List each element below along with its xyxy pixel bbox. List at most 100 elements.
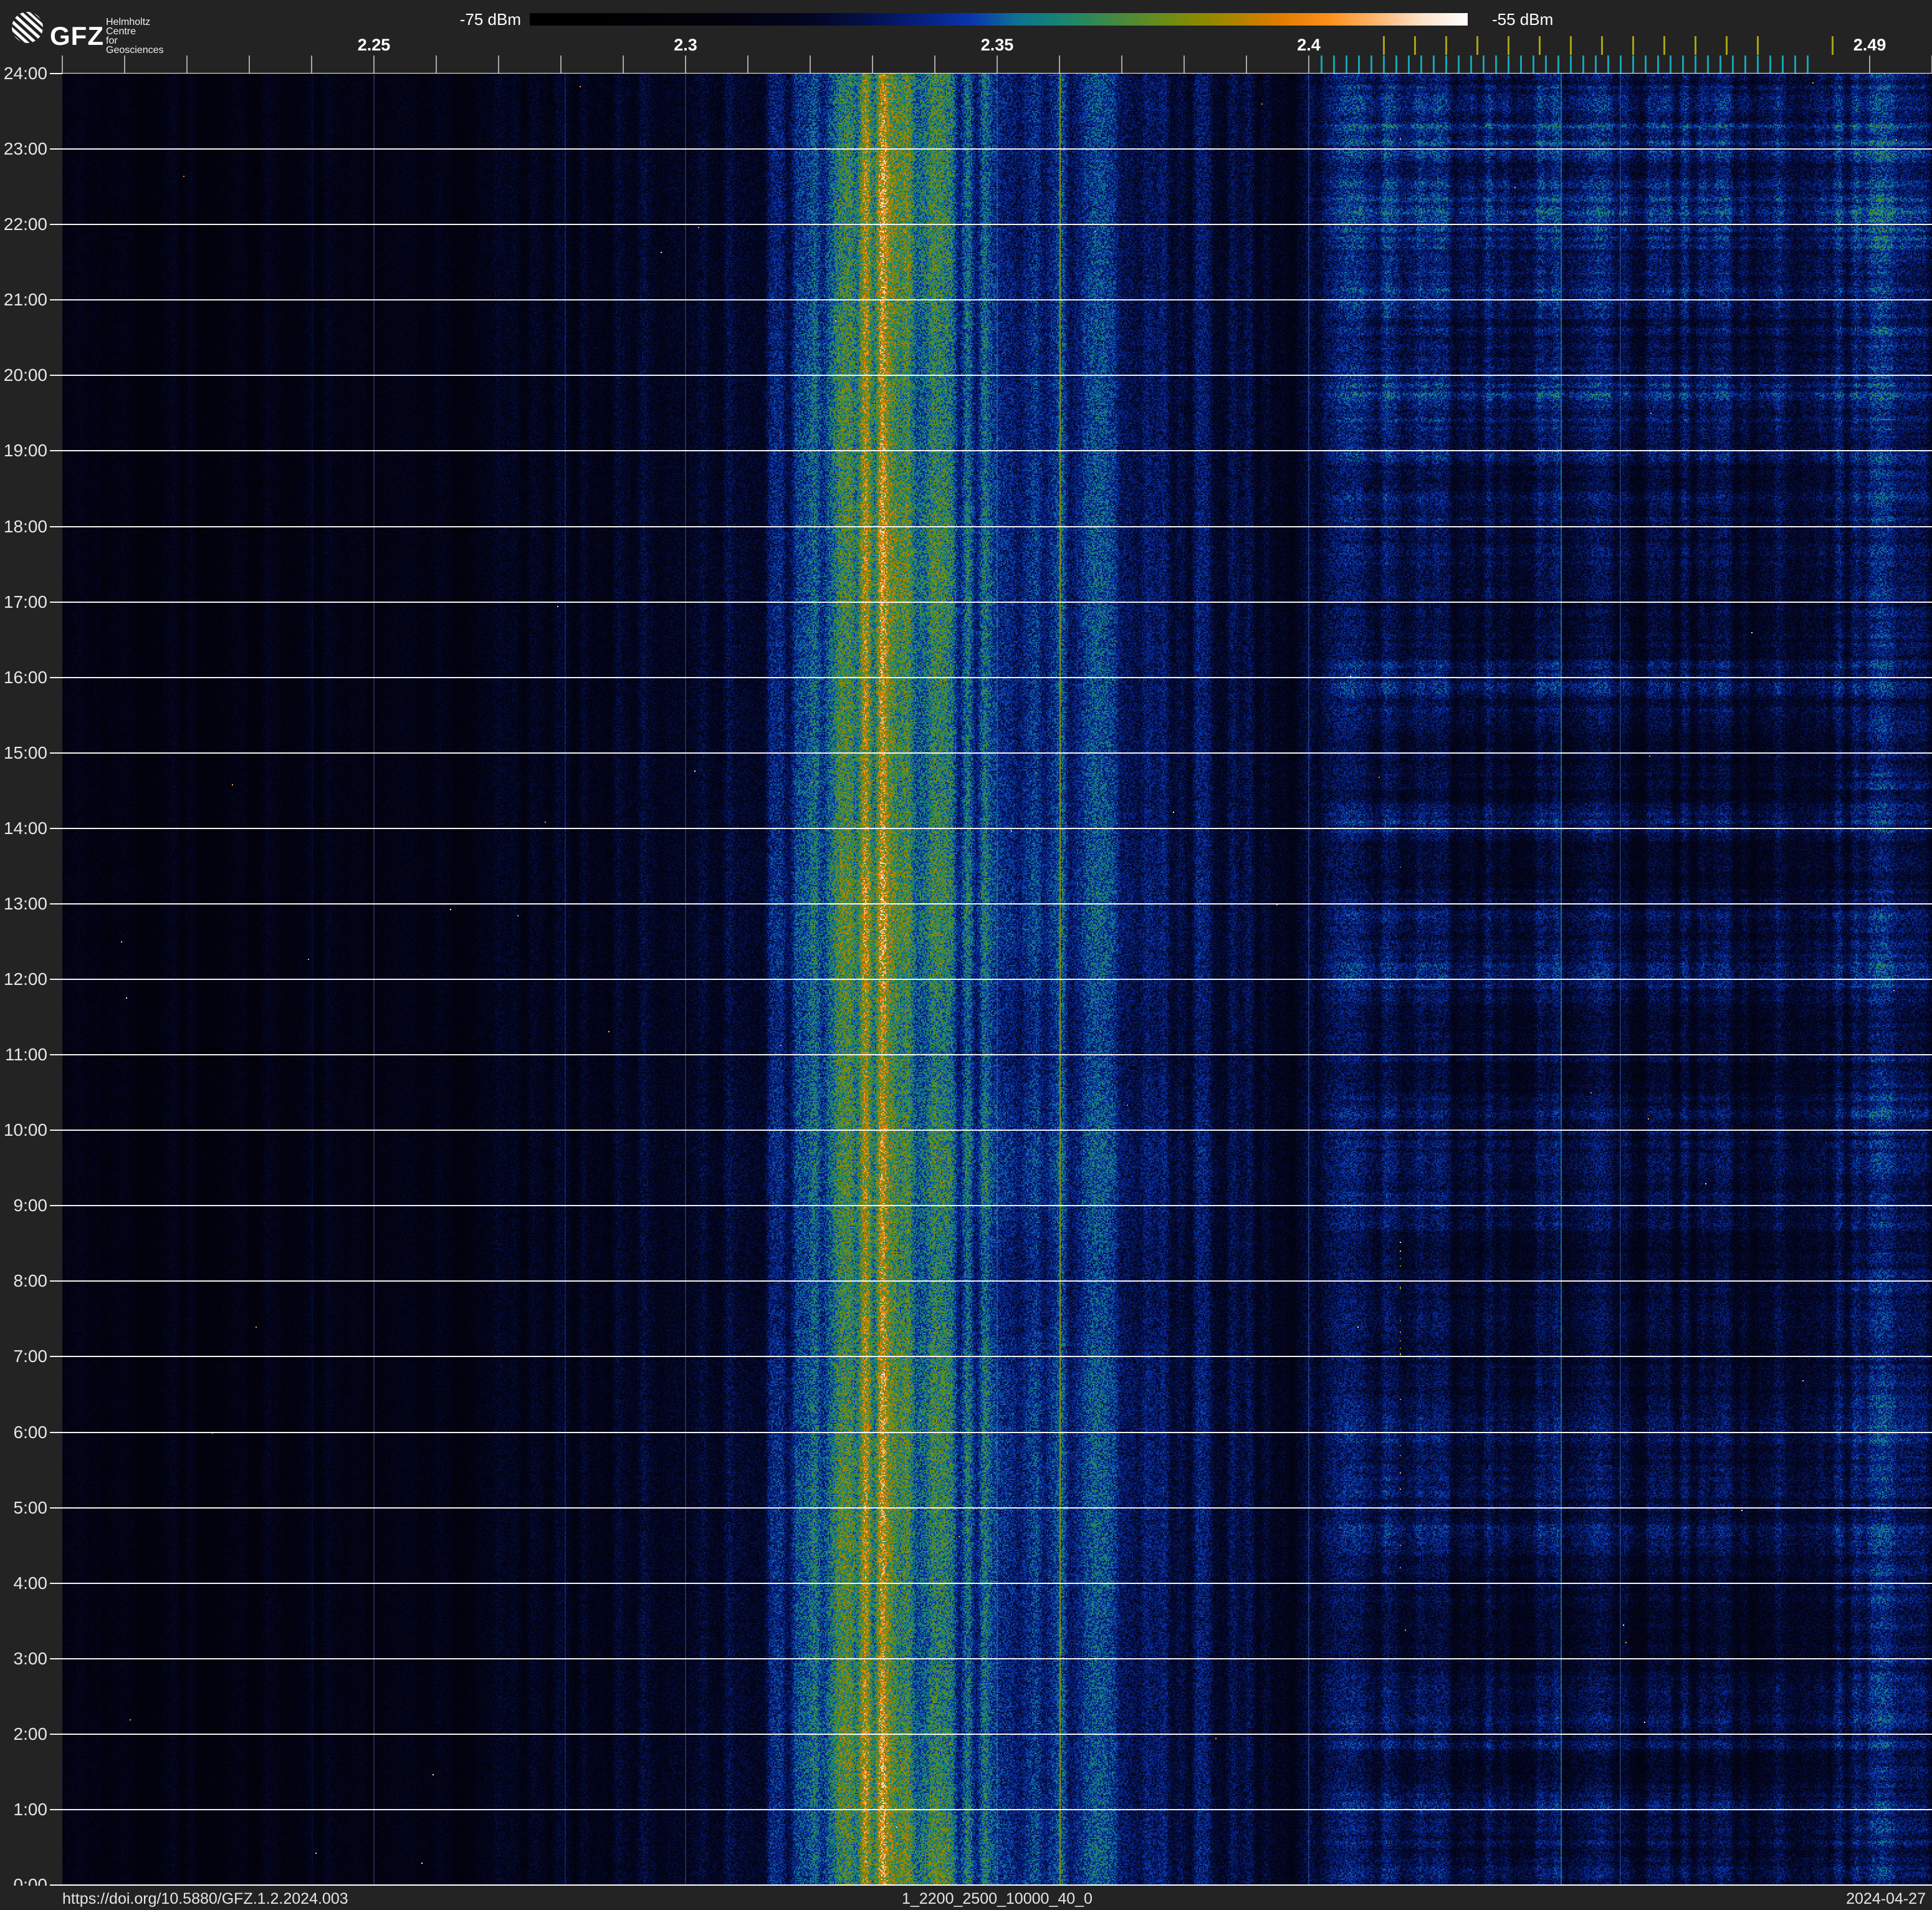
hour-gridline — [50, 224, 1932, 226]
freq-axis-label: 2.49 — [1853, 36, 1887, 54]
time-axis-label: 6:00 — [13, 1422, 48, 1442]
time-axis-label: 11:00 — [5, 1045, 47, 1065]
ble-channel-tick — [1370, 55, 1372, 73]
time-axis-label: 7:00 — [13, 1346, 48, 1366]
time-axis-label: 12:00 — [3, 969, 47, 989]
freq-axis-label: 2.4 — [1297, 36, 1321, 54]
freq-major-tick — [747, 55, 748, 73]
hour-gridline — [50, 1431, 1932, 1433]
footer: https://doi.org/10.5880/GFZ.1.2.2024.003… — [0, 1886, 1932, 1910]
time-axis-label: 24:00 — [3, 64, 47, 83]
hour-gridline — [50, 148, 1932, 150]
ble-channel-tick — [1620, 55, 1622, 73]
spectrogram-plot — [50, 74, 1932, 1885]
ble-channel-tick — [1670, 55, 1671, 73]
ble-channel-tick — [1757, 55, 1759, 73]
ble-channel-tick — [1732, 55, 1734, 73]
hour-gridline — [50, 525, 1932, 527]
time-axis-label: 19:00 — [3, 441, 47, 461]
freq-major-tick — [62, 55, 63, 73]
wifi-channel-tick — [1539, 36, 1541, 55]
wifi-channel-tick — [1757, 36, 1759, 55]
record-date: 2024-04-27 — [1846, 1890, 1926, 1908]
ble-channel-tick — [1570, 55, 1572, 73]
ble-channel-tick — [1707, 55, 1709, 73]
time-axis-label: 20:00 — [3, 365, 47, 385]
hour-gridline — [50, 1582, 1932, 1584]
hour-gridline — [50, 1280, 1932, 1282]
freq-major-tick — [997, 55, 998, 73]
ble-channel-tick — [1346, 55, 1347, 73]
ble-channel-tick — [1744, 55, 1746, 73]
hour-gridline — [50, 1733, 1932, 1735]
ble-channel-tick — [1632, 55, 1634, 73]
ble-channel-tick — [1682, 55, 1684, 73]
ble-channel-tick — [1408, 55, 1410, 73]
time-axis-label: 22:00 — [3, 214, 47, 234]
wifi-channel-tick — [1508, 36, 1509, 55]
hour-gridline — [50, 979, 1932, 980]
ble-channel-tick — [1445, 55, 1447, 73]
time-axis-label: 5:00 — [13, 1497, 48, 1517]
time-axis-label: 8:00 — [13, 1271, 48, 1291]
freq-major-tick — [1308, 55, 1309, 73]
ble-channel-tick — [1545, 55, 1547, 73]
ble-channel-tick — [1657, 55, 1659, 73]
wifi-channel-tick — [1726, 36, 1728, 55]
freq-major-tick — [1121, 55, 1122, 73]
ble-channel-tick — [1807, 55, 1809, 73]
freq-major-tick — [498, 55, 499, 73]
time-axis-label: 13:00 — [3, 893, 47, 913]
hour-gridline — [50, 676, 1932, 678]
freq-axis-label: 2.3 — [674, 36, 697, 54]
freq-major-tick — [249, 55, 250, 73]
time-axis-label: 3:00 — [13, 1648, 48, 1668]
freq-major-tick — [934, 55, 935, 73]
freq-major-tick — [560, 55, 562, 73]
freq-major-tick — [623, 55, 624, 73]
time-axis-label: 23:00 — [3, 139, 47, 159]
ble-channel-tick — [1333, 55, 1335, 73]
wifi-channel-tick — [1414, 36, 1416, 55]
ble-channel-tick — [1557, 55, 1559, 73]
hour-gridline — [50, 299, 1932, 301]
freq-major-tick — [685, 55, 686, 73]
freq-major-tick — [311, 55, 312, 73]
hour-gridline — [50, 1205, 1932, 1207]
freq-major-tick — [436, 55, 437, 73]
app-root: GFZ Helmholtz Centre for Geosciences -75… — [0, 0, 1932, 1910]
hour-gridline — [50, 1130, 1932, 1131]
ble-channel-tick — [1582, 55, 1584, 73]
time-axis-label: 14:00 — [3, 818, 47, 838]
ble-channel-tick — [1645, 55, 1647, 73]
colorbar-min-label: -75 dBm — [459, 10, 521, 29]
time-axis-label: 9:00 — [13, 1196, 48, 1216]
wifi-channel-tick — [1445, 36, 1447, 55]
ble-channel-tick — [1769, 55, 1771, 73]
doi-link[interactable]: https://doi.org/10.5880/GFZ.1.2.2024.003 — [62, 1890, 348, 1908]
colorbar-max-label: -55 dBm — [1492, 10, 1554, 29]
freq-axis-label: 2.35 — [980, 36, 1014, 54]
freq-major-tick — [1869, 55, 1870, 73]
time-axis-label: 1:00 — [13, 1799, 48, 1819]
hour-gridline — [50, 827, 1932, 829]
hour-gridline — [50, 1507, 1932, 1509]
ble-channel-tick — [1395, 55, 1397, 73]
colorbar: -75 dBm -55 dBm — [0, 0, 1932, 37]
hour-gridline — [50, 450, 1932, 452]
ble-channel-tick — [1782, 55, 1784, 73]
wifi-channel-tick — [1476, 36, 1478, 55]
ble-channel-tick — [1695, 55, 1696, 73]
time-axis-label: 16:00 — [3, 667, 47, 687]
ble-channel-tick — [1508, 55, 1509, 73]
wifi-channel-tick — [1383, 36, 1385, 55]
hour-gridline — [50, 903, 1932, 905]
gfz-tagline-line2: for Geosciences — [106, 36, 164, 55]
wifi-channel-tick — [1632, 36, 1634, 55]
freq-major-tick — [186, 55, 188, 73]
hour-gridline — [50, 1054, 1932, 1056]
freq-major-tick — [810, 55, 811, 73]
freq-major-tick — [1059, 55, 1060, 73]
time-axis-label: 17:00 — [3, 592, 47, 612]
hour-gridline — [50, 375, 1932, 377]
